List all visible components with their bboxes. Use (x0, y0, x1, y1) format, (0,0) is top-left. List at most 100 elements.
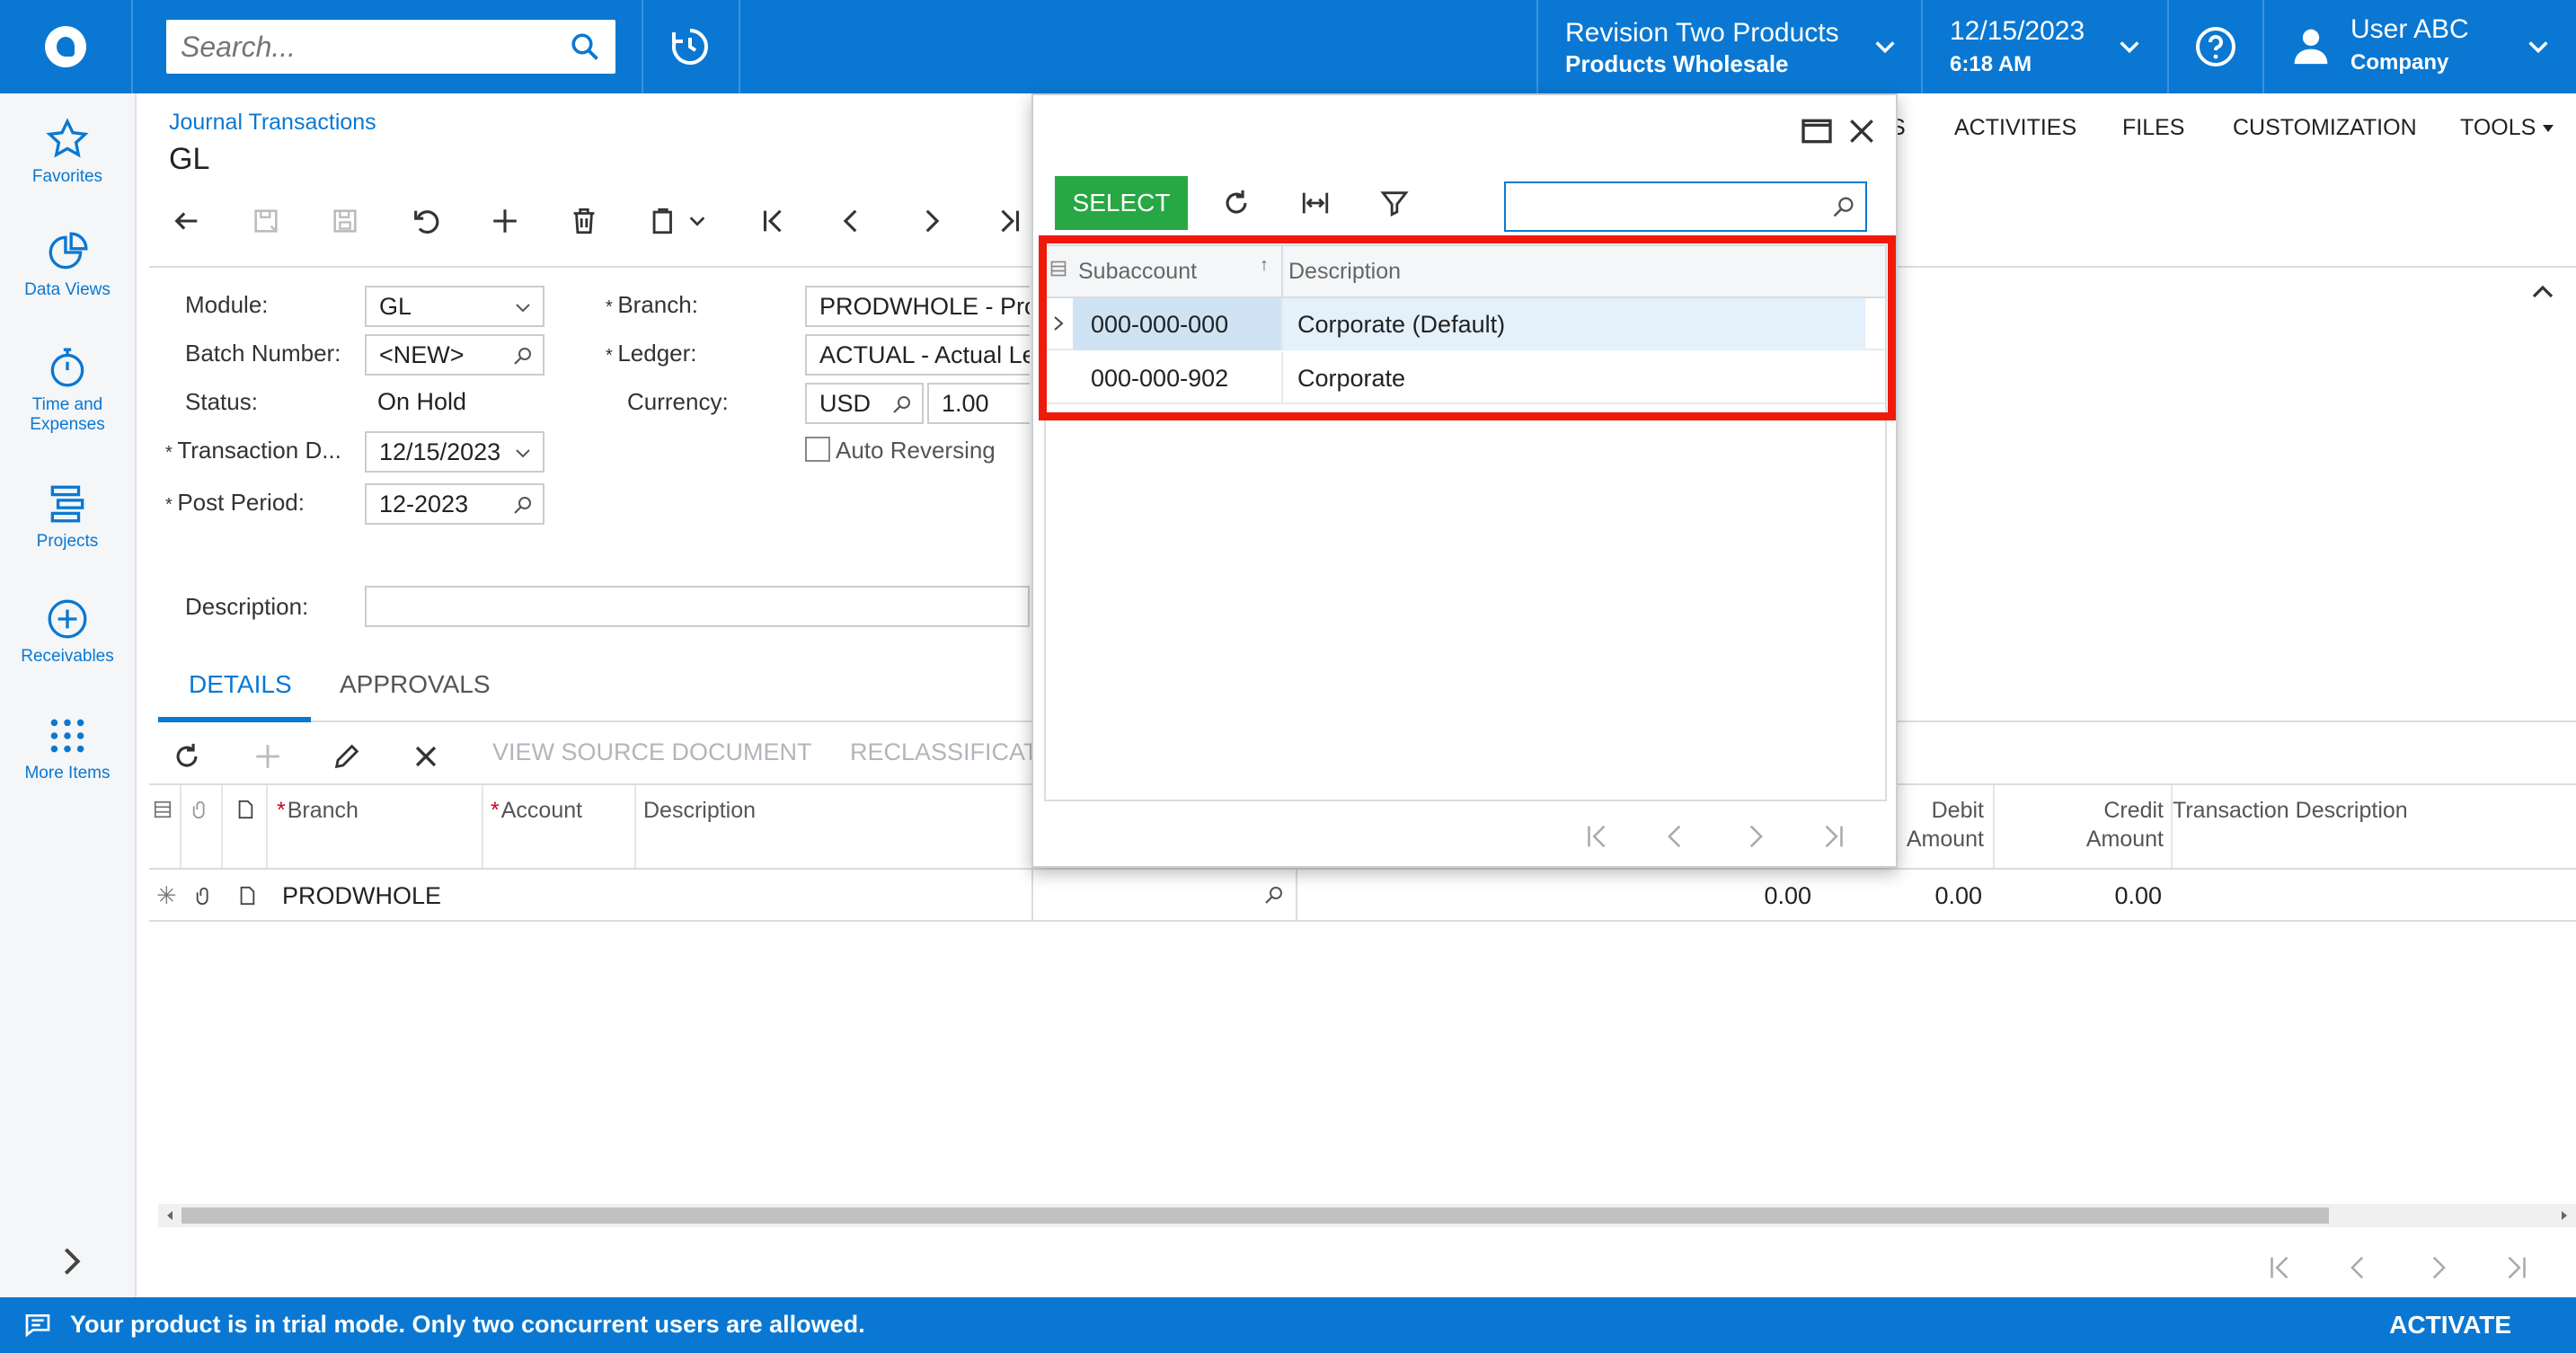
save-button[interactable] (320, 196, 370, 246)
last-record-button[interactable] (985, 196, 1035, 246)
caret-down-icon[interactable] (2541, 122, 2555, 135)
first-page-icon[interactable] (2264, 1252, 2295, 1283)
search-input[interactable] (181, 30, 569, 64)
tab-details[interactable]: DETAILS (189, 670, 292, 699)
menu-activities[interactable]: ACTIVITIES (1954, 115, 2076, 141)
lookup-refresh-button[interactable] (1215, 181, 1258, 225)
first-record-button[interactable] (748, 196, 798, 246)
horizontal-scrollbar[interactable] (158, 1204, 2576, 1227)
column-header-debit[interactable]: Debit Amount (1894, 796, 1984, 853)
currency-field[interactable]: USD (805, 383, 924, 424)
column-settings-icon[interactable] (153, 800, 173, 819)
recent-history-button[interactable] (643, 0, 737, 93)
view-source-document-button[interactable]: VIEW SOURCE DOCUMENT (492, 738, 812, 766)
previous-page-icon[interactable] (2343, 1252, 2374, 1283)
search-icon[interactable] (569, 31, 601, 63)
fit-columns-button[interactable] (1294, 181, 1337, 225)
breadcrumb[interactable]: Journal Transactions (169, 110, 376, 136)
module-select[interactable]: GL (365, 286, 544, 327)
refresh-button[interactable] (162, 731, 212, 782)
row-debit[interactable]: 0.00 (1892, 882, 1982, 910)
scroll-right-icon[interactable] (2558, 1209, 2571, 1222)
chevron-right-icon[interactable] (54, 1243, 90, 1279)
column-header-account[interactable]: Account (491, 798, 582, 824)
lookup-search-input[interactable] (1506, 183, 1811, 228)
menu-customization[interactable]: CUSTOMIZATION (2233, 115, 2417, 141)
global-search[interactable] (166, 20, 615, 74)
history-icon (671, 29, 708, 65)
filter-button[interactable] (1373, 181, 1416, 225)
next-page-icon[interactable] (2422, 1252, 2453, 1283)
maximize-icon[interactable] (1799, 113, 1835, 149)
add-row-button[interactable] (243, 731, 293, 782)
search-icon[interactable] (512, 494, 534, 516)
star-icon (46, 118, 89, 158)
previous-record-button[interactable] (827, 196, 877, 246)
last-page-icon[interactable] (1819, 821, 1849, 852)
nav-more-items[interactable]: More Items (0, 713, 135, 783)
help-button[interactable] (2169, 0, 2262, 93)
business-date: 12/15/2023 (1950, 16, 2085, 46)
currency-rate-field[interactable]: 1.00 (927, 383, 1030, 424)
row-branch[interactable]: PRODWHOLE (282, 882, 441, 910)
transaction-date-field[interactable]: 12/15/2023 (365, 431, 544, 473)
scroll-left-icon[interactable] (164, 1209, 176, 1222)
business-date-selector[interactable]: 12/15/2023 6:18 AM (1923, 0, 2167, 93)
description-field[interactable] (365, 586, 1030, 627)
batch-number-field[interactable]: <NEW> (365, 334, 544, 376)
post-period-field[interactable]: 12-2023 (365, 483, 544, 525)
add-button[interactable] (480, 196, 530, 246)
auto-reversing-checkbox[interactable] (805, 437, 830, 462)
row-subaccount-cell[interactable] (1031, 870, 1297, 920)
reclassify-button[interactable]: RECLASSIFICAT (850, 738, 1039, 766)
close-icon[interactable] (1844, 113, 1880, 149)
nav-receivables[interactable]: Receivables (0, 597, 135, 667)
edit-row-button[interactable] (322, 731, 372, 782)
previous-page-icon[interactable] (1660, 821, 1691, 852)
menu-tools[interactable]: TOOLS (2460, 115, 2536, 141)
select-button[interactable]: SELECT (1055, 176, 1188, 230)
table-row[interactable]: ✳ PRODWHOLE 0.00 0.00 0.00 (149, 868, 2576, 922)
row-credit[interactable]: 0.00 (2072, 882, 2162, 910)
column-separator (266, 785, 268, 868)
scrollbar-thumb[interactable] (181, 1207, 2329, 1224)
delete-button[interactable] (559, 196, 609, 246)
nav-time-expenses[interactable]: Time and Expenses (0, 345, 135, 435)
row-amount[interactable]: 0.00 (1614, 882, 1811, 910)
currency-label: Currency: (627, 388, 729, 415)
chevron-up-icon[interactable] (2529, 279, 2556, 305)
next-record-button[interactable] (906, 196, 956, 246)
search-icon[interactable] (1831, 194, 1856, 219)
search-icon[interactable] (891, 394, 913, 415)
acumatica-logo[interactable] (0, 0, 133, 93)
first-page-icon[interactable] (1581, 821, 1612, 852)
next-page-icon[interactable] (1739, 821, 1770, 852)
column-header-branch[interactable]: Branch (277, 798, 359, 824)
user-menu[interactable]: User ABC Company (2264, 0, 2576, 93)
nav-favorites[interactable]: Favorites (0, 117, 135, 187)
search-icon[interactable] (1263, 884, 1285, 906)
menu-files[interactable]: FILES (2122, 115, 2184, 141)
delete-row-button[interactable] (401, 731, 451, 782)
note-icon[interactable] (237, 886, 257, 906)
search-icon[interactable] (512, 345, 534, 367)
tenant-selector[interactable]: Revision Two Products Products Wholesale (1538, 0, 1923, 93)
back-button[interactable] (162, 196, 212, 246)
column-header-credit[interactable]: Credit Amount (2056, 796, 2164, 853)
ledger-field[interactable]: ACTUAL - Actual Le (805, 334, 1030, 376)
save-close-button[interactable] (241, 196, 291, 246)
projects-icon (50, 485, 84, 523)
lookup-search-box[interactable] (1504, 181, 1867, 232)
plus-icon (256, 745, 279, 768)
activate-button[interactable]: ACTIVATE (2389, 1311, 2511, 1340)
nav-projects[interactable]: Projects (0, 482, 135, 552)
branch-field[interactable]: PRODWHOLE - Pro (805, 286, 1030, 327)
undo-button[interactable] (401, 196, 451, 246)
column-header-description[interactable]: Description (643, 798, 756, 824)
last-page-icon[interactable] (2501, 1252, 2532, 1283)
copy-paste-dropdown[interactable] (679, 196, 715, 246)
nav-data-views[interactable]: Data Views (0, 230, 135, 300)
attachment-icon[interactable] (194, 886, 214, 906)
tab-approvals[interactable]: APPROVALS (340, 670, 491, 699)
column-header-transaction-description[interactable]: Transaction Description (2173, 798, 2408, 824)
